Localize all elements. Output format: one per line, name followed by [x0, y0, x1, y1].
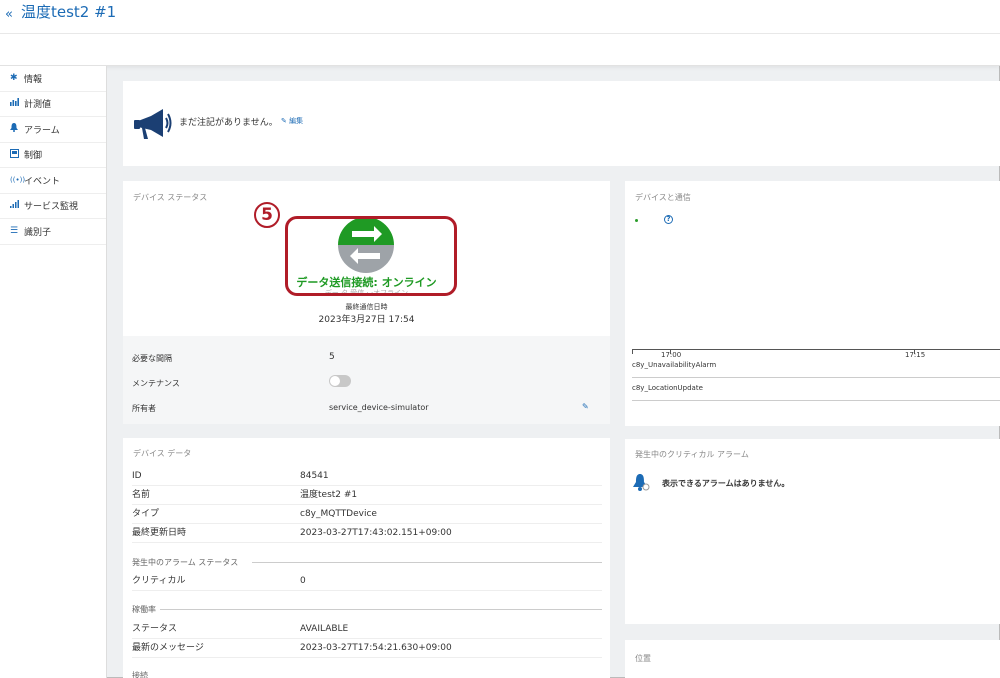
- availability-status-row: ステータス AVAILABLE: [132, 620, 602, 639]
- owner-value: service_device-simulator: [329, 403, 429, 412]
- availability-section: 稼働率: [132, 604, 602, 615]
- sidebar-item-label: 情報: [24, 74, 43, 85]
- bell-icon: [632, 473, 650, 496]
- annotation-highlight-box: [285, 216, 457, 296]
- help-icon[interactable]: ?: [664, 215, 673, 224]
- row-label: クリティカル: [132, 576, 186, 586]
- sidebar-item-alarms[interactable]: アラーム: [0, 117, 106, 143]
- annotation-number-badge: 5: [254, 202, 280, 228]
- row-value: 2023-03-27T17:54:21.630+09:00: [300, 643, 452, 653]
- sidebar-item-label: イベント: [24, 176, 61, 187]
- sidebar: ✱ 情報 計測値 アラーム 制御 ((•)) イベント サービス監視 ☰ 識別子: [0, 66, 107, 678]
- broadcast-icon: ((•)): [10, 176, 26, 185]
- header-divider: [0, 33, 1000, 34]
- status-dot: [635, 219, 638, 222]
- row-value: AVAILABLE: [300, 624, 349, 634]
- connection-section: 接続: [132, 670, 602, 678]
- sidebar-item-label: 識別子: [24, 227, 52, 238]
- chart-icon: [10, 98, 24, 109]
- card-title: デバイス ステータス: [133, 193, 208, 202]
- alarm-status-section: 発生中のアラーム ステータス: [132, 557, 602, 568]
- sidebar-item-label: 制御: [24, 151, 43, 162]
- maintenance-label: メンテナンス: [132, 379, 180, 388]
- back-button[interactable]: «: [5, 7, 13, 22]
- card-title: 発生中のクリティカル アラーム: [635, 450, 749, 459]
- main-content: まだ注記がありません。 ✎ 編集 デバイス ステータス データ送信接続: オンラ…: [107, 66, 1000, 678]
- section-title: 接続: [132, 671, 148, 678]
- list-icon: ☰: [10, 226, 19, 237]
- row-value: c8y_MQTTDevice: [300, 509, 377, 519]
- row-value: 温度test2 #1: [300, 490, 358, 500]
- card-title: デバイスと通信: [635, 193, 691, 202]
- owner-label: 所有者: [132, 404, 156, 413]
- timeline-axis: [632, 349, 1000, 350]
- bell-icon: [10, 123, 24, 135]
- sidebar-item-measurements[interactable]: 計測値: [0, 92, 106, 117]
- notes-card: まだ注記がありません。 ✎ 編集: [123, 81, 1000, 166]
- signal-icon: [10, 200, 24, 211]
- communication-card: デバイスと通信 ? 17:00 17:15 c8y_Unavailability…: [625, 181, 1000, 426]
- sidebar-item-identifiers[interactable]: ☰ 識別子: [0, 219, 106, 245]
- maintenance-toggle[interactable]: [329, 375, 351, 387]
- header: « 温度test2 #1: [0, 0, 1000, 66]
- card-title: デバイス データ: [133, 449, 192, 458]
- card-title: 位置: [635, 654, 651, 663]
- sidebar-item-info[interactable]: ✱ 情報: [0, 66, 106, 92]
- section-title: 発生中のアラーム ステータス: [132, 558, 239, 567]
- row-value: 0: [300, 576, 306, 586]
- note-text: まだ注記がありません。: [179, 118, 278, 128]
- row-value: 84541: [300, 471, 329, 481]
- device-data-card: デバイス データ ID 84541 名前 温度test2 #1 タイプ c8y_…: [123, 438, 610, 678]
- last-communication-value: 2023年3月27日 17:54: [318, 315, 415, 325]
- edit-note-label: 編集: [289, 117, 304, 125]
- control-icon: [10, 148, 24, 161]
- required-interval-value: 5: [329, 352, 335, 362]
- no-alarms-message: 表示できるアラームはありません。: [662, 479, 790, 488]
- section-divider: [252, 562, 602, 563]
- event-row[interactable]: c8y_LocationUpdate: [632, 381, 1000, 401]
- sidebar-item-events[interactable]: ((•)) イベント: [0, 168, 106, 194]
- sidebar-item-label: サービス監視: [24, 202, 79, 213]
- sidebar-item-control[interactable]: 制御: [0, 143, 106, 168]
- event-row[interactable]: c8y_UnavailabilityAlarm: [632, 358, 1000, 378]
- row-label: 名前: [132, 490, 151, 500]
- latest-message-row: 最新のメッセージ 2023-03-27T17:54:21.630+09:00: [132, 639, 602, 658]
- sidebar-item-label: 計測値: [24, 100, 52, 111]
- required-interval-label: 必要な間隔: [132, 354, 172, 363]
- asterisk-icon: ✱: [10, 73, 18, 84]
- sidebar-item-label: アラーム: [24, 125, 60, 136]
- section-divider: [160, 609, 602, 610]
- row-label: ID: [132, 471, 142, 481]
- row-label: タイプ: [132, 509, 160, 519]
- row-label: 最終更新日時: [132, 528, 187, 538]
- section-title: 稼働率: [132, 605, 156, 614]
- critical-alarms-card: 発生中のクリティカル アラーム 表示できるアラームはありません。: [625, 439, 1000, 624]
- device-type-row: タイプ c8y_MQTTDevice: [132, 505, 602, 524]
- device-id-row: ID 84541: [132, 467, 602, 486]
- page-title: 温度test2 #1: [21, 3, 117, 21]
- location-card: 位置: [625, 640, 1000, 678]
- sidebar-item-service-monitoring[interactable]: サービス監視: [0, 194, 106, 219]
- edit-owner-icon[interactable]: ✎: [582, 402, 589, 411]
- row-label: ステータス: [132, 624, 178, 634]
- edit-note-link[interactable]: ✎ 編集: [281, 116, 303, 126]
- timeline-tick: [632, 349, 633, 354]
- critical-alarm-row: クリティカル 0: [132, 572, 602, 591]
- last-updated-row: 最終更新日時 2023-03-27T17:43:02.151+09:00: [132, 524, 602, 543]
- last-communication-label: 最終通信日時: [345, 303, 388, 311]
- row-value: 2023-03-27T17:43:02.151+09:00: [300, 528, 452, 538]
- row-label: 最新のメッセージ: [132, 643, 204, 653]
- megaphone-icon: [133, 107, 173, 146]
- device-properties: 必要な間隔 5 メンテナンス 所有者 service_device-simula…: [123, 336, 610, 424]
- device-name-row: 名前 温度test2 #1: [132, 486, 602, 505]
